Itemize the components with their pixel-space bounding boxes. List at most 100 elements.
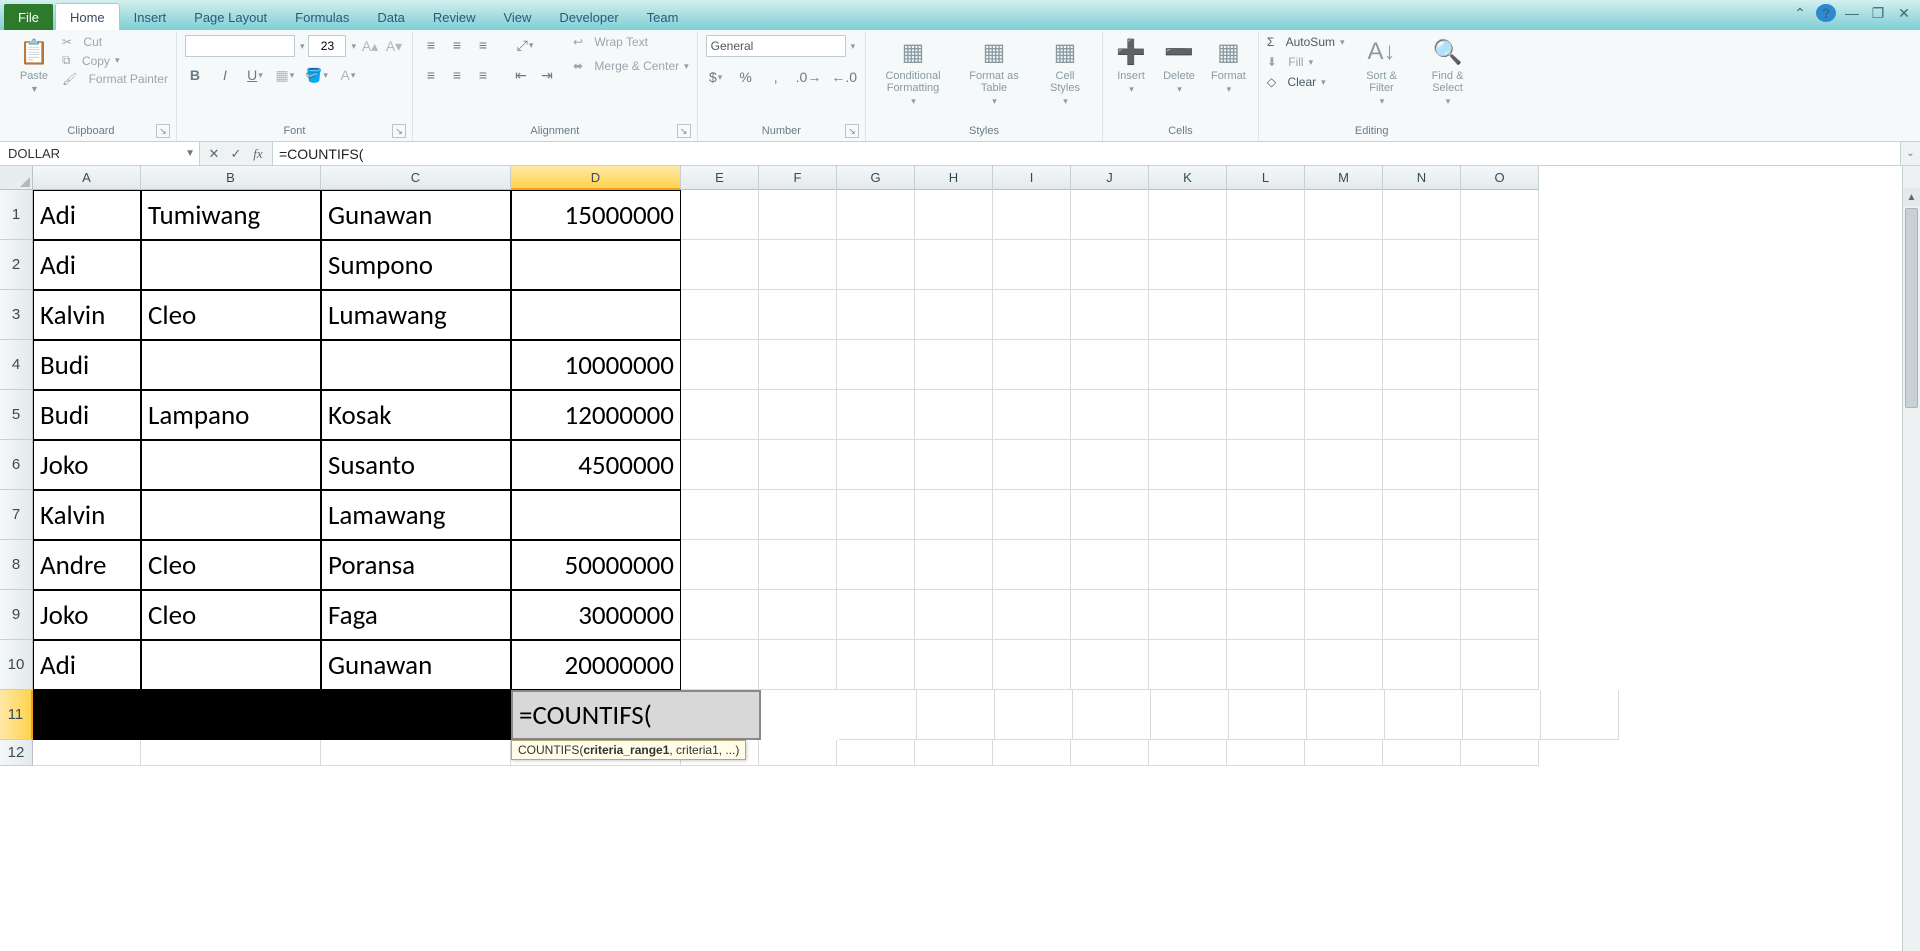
fill-color-button[interactable]: 🪣▾ xyxy=(305,65,328,85)
merge-center-button[interactable]: ⬌ Merge & Center▾ xyxy=(571,58,691,74)
cell-N5[interactable] xyxy=(1383,390,1461,440)
row-header-8[interactable]: 8 xyxy=(0,540,33,590)
close-icon[interactable]: ✕ xyxy=(1894,4,1914,22)
cell-G5[interactable] xyxy=(837,390,915,440)
cell-C1[interactable]: Gunawan xyxy=(321,190,511,240)
cell-A8[interactable]: Andre xyxy=(33,540,141,590)
row-header-4[interactable]: 4 xyxy=(0,340,33,390)
cell-N4[interactable] xyxy=(1383,340,1461,390)
tab-view[interactable]: View xyxy=(489,4,545,30)
accounting-format-button[interactable]: $▾ xyxy=(706,67,726,87)
cell-H1[interactable] xyxy=(915,190,993,240)
help-icon[interactable]: ? xyxy=(1816,4,1836,22)
cell-M7[interactable] xyxy=(1305,490,1383,540)
cell-C6[interactable]: Susanto xyxy=(321,440,511,490)
cell-J2[interactable] xyxy=(1071,240,1149,290)
italic-button[interactable]: I xyxy=(215,65,235,85)
cell-M11[interactable] xyxy=(1385,690,1463,740)
cell-L2[interactable] xyxy=(1227,240,1305,290)
fill-button[interactable]: ⬇ Fill▾ xyxy=(1265,54,1347,70)
cell-G9[interactable] xyxy=(837,590,915,640)
font-size-input[interactable] xyxy=(308,35,346,57)
cell-C10[interactable]: Gunawan xyxy=(321,640,511,690)
cell-B8[interactable]: Cleo xyxy=(141,540,321,590)
cell-E5[interactable] xyxy=(681,390,759,440)
cell-B5[interactable]: Lampano xyxy=(141,390,321,440)
paste-button[interactable]: 📋 Paste ▼ xyxy=(12,34,56,96)
cell-A4[interactable]: Budi xyxy=(33,340,141,390)
cell-C8[interactable]: Poransa xyxy=(321,540,511,590)
orientation-icon[interactable]: ⤢▾ xyxy=(515,35,535,55)
cell-O6[interactable] xyxy=(1461,440,1539,490)
minimize-ribbon-icon[interactable]: ⌃ xyxy=(1790,4,1810,22)
cell-F1[interactable] xyxy=(759,190,837,240)
cell-O1[interactable] xyxy=(1461,190,1539,240)
cell-F2[interactable] xyxy=(759,240,837,290)
cell-H11[interactable] xyxy=(995,690,1073,740)
formula-input[interactable]: =COUNTIFS( xyxy=(273,142,1900,165)
cell-D4[interactable]: 10000000 xyxy=(511,340,681,390)
conditional-formatting-button[interactable]: ▦Conditional Formatting▾ xyxy=(872,34,954,109)
column-header-H[interactable]: H xyxy=(915,166,993,190)
decrease-indent-icon[interactable]: ⇤ xyxy=(511,65,531,85)
decrease-decimal-button[interactable]: ←.0 xyxy=(831,67,857,87)
tab-home[interactable]: Home xyxy=(55,3,120,30)
cell-I11[interactable] xyxy=(1073,690,1151,740)
restore-icon[interactable]: ❐ xyxy=(1868,4,1888,22)
column-header-D[interactable]: D xyxy=(511,166,681,190)
cell-I3[interactable] xyxy=(993,290,1071,340)
cell-H8[interactable] xyxy=(915,540,993,590)
cell-K2[interactable] xyxy=(1149,240,1227,290)
cell-M8[interactable] xyxy=(1305,540,1383,590)
cell-A12[interactable] xyxy=(33,740,141,766)
row-header-10[interactable]: 10 xyxy=(0,640,33,690)
cell-G8[interactable] xyxy=(837,540,915,590)
cell-N3[interactable] xyxy=(1383,290,1461,340)
cell-N10[interactable] xyxy=(1383,640,1461,690)
cell-M9[interactable] xyxy=(1305,590,1383,640)
vertical-scrollbar[interactable]: ▲ xyxy=(1902,166,1920,951)
cell-I5[interactable] xyxy=(993,390,1071,440)
cell-N6[interactable] xyxy=(1383,440,1461,490)
cell-K11[interactable] xyxy=(1229,690,1307,740)
tab-data[interactable]: Data xyxy=(363,4,418,30)
cell-L9[interactable] xyxy=(1227,590,1305,640)
cell-G12[interactable] xyxy=(837,740,915,766)
cell-N11[interactable] xyxy=(1463,690,1541,740)
cell-D3[interactable] xyxy=(511,290,681,340)
cell-M5[interactable] xyxy=(1305,390,1383,440)
cell-K3[interactable] xyxy=(1149,290,1227,340)
align-left-icon[interactable]: ≡ xyxy=(421,65,441,85)
cell-B1[interactable]: Tumiwang xyxy=(141,190,321,240)
cell-I6[interactable] xyxy=(993,440,1071,490)
cell-J7[interactable] xyxy=(1071,490,1149,540)
cell-E10[interactable] xyxy=(681,640,759,690)
cell-M6[interactable] xyxy=(1305,440,1383,490)
cell-D9[interactable]: 3000000 xyxy=(511,590,681,640)
format-painter-button[interactable]: 🖌 Format Painter xyxy=(60,71,170,87)
cell-D5[interactable]: 12000000 xyxy=(511,390,681,440)
row-header-3[interactable]: 3 xyxy=(0,290,33,340)
cell-E7[interactable] xyxy=(681,490,759,540)
cell-H6[interactable] xyxy=(915,440,993,490)
cell-H12[interactable] xyxy=(915,740,993,766)
cell-N9[interactable] xyxy=(1383,590,1461,640)
cell-K9[interactable] xyxy=(1149,590,1227,640)
cell-G6[interactable] xyxy=(837,440,915,490)
cell-K12[interactable] xyxy=(1149,740,1227,766)
cell-G11[interactable] xyxy=(917,690,995,740)
row-header-2[interactable]: 2 xyxy=(0,240,33,290)
cell-A11[interactable] xyxy=(33,690,141,740)
cell-B4[interactable] xyxy=(141,340,321,390)
cell-N7[interactable] xyxy=(1383,490,1461,540)
cell-E8[interactable] xyxy=(681,540,759,590)
column-header-E[interactable]: E xyxy=(681,166,759,190)
cell-O12[interactable] xyxy=(1461,740,1539,766)
increase-decimal-button[interactable]: .0→ xyxy=(796,67,822,87)
chevron-down-icon[interactable]: ▼ xyxy=(185,148,195,159)
cell-K10[interactable] xyxy=(1149,640,1227,690)
minimize-icon[interactable]: — xyxy=(1842,4,1862,22)
cell-D2[interactable] xyxy=(511,240,681,290)
tab-insert[interactable]: Insert xyxy=(120,4,181,30)
cell-C2[interactable]: Sumpono xyxy=(321,240,511,290)
